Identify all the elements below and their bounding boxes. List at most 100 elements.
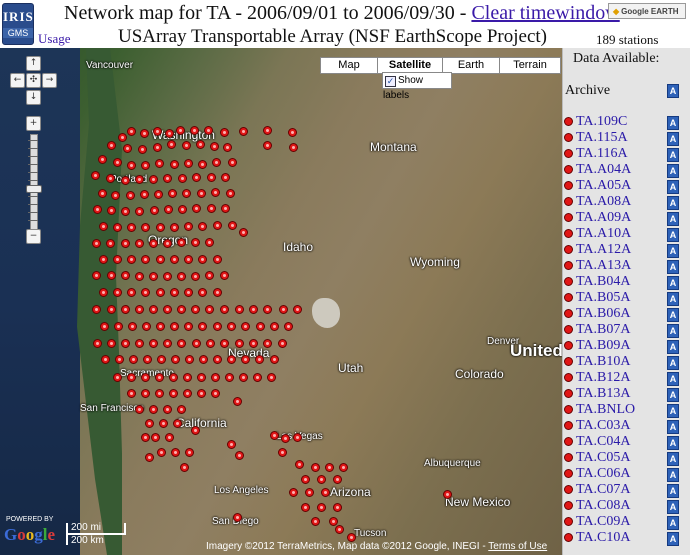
station-name-link[interactable]: TA.B10A (576, 354, 631, 370)
station-marker[interactable] (113, 223, 122, 232)
station-list-item[interactable]: TA.B04A A (564, 274, 690, 290)
archive-badge[interactable]: A (667, 468, 679, 482)
archive-badge[interactable]: A (667, 420, 679, 434)
station-marker[interactable] (213, 355, 222, 364)
station-marker[interactable] (99, 255, 108, 264)
archive-badge[interactable]: A (667, 484, 679, 498)
station-marker[interactable] (293, 305, 302, 314)
station-marker[interactable] (163, 305, 172, 314)
station-marker[interactable] (192, 339, 201, 348)
station-marker[interactable] (305, 488, 314, 497)
station-marker[interactable] (182, 141, 191, 150)
station-marker[interactable] (228, 221, 237, 230)
station-marker[interactable] (121, 207, 130, 216)
station-marker[interactable] (149, 239, 158, 248)
station-list-item[interactable]: TA.C04A A (564, 434, 690, 450)
station-marker[interactable] (184, 322, 193, 331)
station-marker[interactable] (178, 205, 187, 214)
station-marker[interactable] (311, 517, 320, 526)
station-marker[interactable] (153, 143, 162, 152)
station-marker[interactable] (163, 174, 172, 183)
station-marker[interactable] (127, 288, 136, 297)
station-marker[interactable] (178, 174, 187, 183)
station-name-link[interactable]: TA.B13A (576, 386, 631, 402)
station-list-item[interactable]: TA.C06A A (564, 466, 690, 482)
station-marker[interactable] (92, 239, 101, 248)
station-name-link[interactable]: TA.C03A (576, 418, 631, 434)
station-marker[interactable] (141, 288, 150, 297)
station-marker[interactable] (121, 176, 130, 185)
station-marker[interactable] (212, 158, 221, 167)
station-marker[interactable] (205, 238, 214, 247)
station-marker[interactable] (107, 141, 116, 150)
station-marker[interactable] (149, 175, 158, 184)
station-marker[interactable] (293, 433, 302, 442)
station-name-link[interactable]: TA.A13A (576, 258, 631, 274)
station-name-link[interactable]: TA.B04A (576, 274, 631, 290)
pan-down-button[interactable]: ↓ (26, 90, 41, 105)
station-marker[interactable] (263, 141, 272, 150)
station-marker[interactable] (249, 339, 258, 348)
station-marker[interactable] (155, 373, 164, 382)
station-marker[interactable] (141, 373, 150, 382)
clear-timewindow-link[interactable]: Clear timewindow (471, 2, 619, 24)
station-marker[interactable] (107, 305, 116, 314)
station-name-link[interactable]: TA.C06A (576, 466, 631, 482)
station-name-link[interactable]: TA.109C (576, 114, 627, 130)
archive-badge[interactable]: A (667, 308, 679, 322)
station-marker[interactable] (227, 355, 236, 364)
station-marker[interactable] (135, 405, 144, 414)
station-marker[interactable] (233, 397, 242, 406)
station-list-item[interactable]: TA.B06A A (564, 306, 690, 322)
station-marker[interactable] (220, 271, 229, 280)
station-marker[interactable] (171, 355, 180, 364)
station-marker[interactable] (127, 389, 136, 398)
station-marker[interactable] (163, 339, 172, 348)
station-marker[interactable] (221, 204, 230, 213)
station-name-link[interactable]: TA.A09A (576, 210, 631, 226)
station-marker[interactable] (159, 419, 168, 428)
station-marker[interactable] (278, 448, 287, 457)
station-marker[interactable] (180, 463, 189, 472)
station-marker[interactable] (128, 322, 137, 331)
archive-badge[interactable]: A (667, 132, 679, 146)
archive-badge[interactable]: A (667, 356, 679, 370)
station-marker[interactable] (220, 339, 229, 348)
station-marker[interactable] (126, 191, 135, 200)
station-marker[interactable] (235, 339, 244, 348)
station-marker[interactable] (339, 463, 348, 472)
station-marker[interactable] (198, 160, 207, 169)
station-list-item[interactable]: TA.C10A A (564, 530, 690, 546)
station-marker[interactable] (98, 189, 107, 198)
station-marker[interactable] (164, 205, 173, 214)
station-list-item[interactable]: TA.B09A A (564, 338, 690, 354)
station-marker[interactable] (113, 288, 122, 297)
station-name-link[interactable]: TA.C04A (576, 434, 631, 450)
station-marker[interactable] (213, 322, 222, 331)
station-marker[interactable] (226, 189, 235, 198)
archive-badge[interactable]: A (667, 164, 679, 178)
station-marker[interactable] (155, 389, 164, 398)
station-list-item[interactable]: TA.C08A A (564, 498, 690, 514)
station-marker[interactable] (163, 272, 172, 281)
station-marker[interactable] (197, 373, 206, 382)
zoom-in-button[interactable]: + (26, 116, 41, 131)
station-marker[interactable] (138, 145, 147, 154)
station-marker[interactable] (154, 190, 163, 199)
station-marker[interactable] (239, 127, 248, 136)
station-marker[interactable] (198, 288, 207, 297)
google-earth-button[interactable]: ◆ Google EARTH (608, 3, 686, 19)
archive-badge[interactable]: A (667, 260, 679, 274)
station-marker[interactable] (191, 426, 200, 435)
station-marker[interactable] (156, 288, 165, 297)
station-marker[interactable] (177, 339, 186, 348)
station-marker[interactable] (249, 305, 258, 314)
station-marker[interactable] (198, 322, 207, 331)
station-marker[interactable] (177, 305, 186, 314)
station-marker[interactable] (165, 129, 174, 138)
station-marker[interactable] (206, 339, 215, 348)
iris-gms-logo[interactable]: IRIS GMS (2, 3, 34, 45)
map-type-map-button[interactable]: Map (320, 57, 378, 74)
station-marker[interactable] (141, 223, 150, 232)
station-marker[interactable] (156, 322, 165, 331)
